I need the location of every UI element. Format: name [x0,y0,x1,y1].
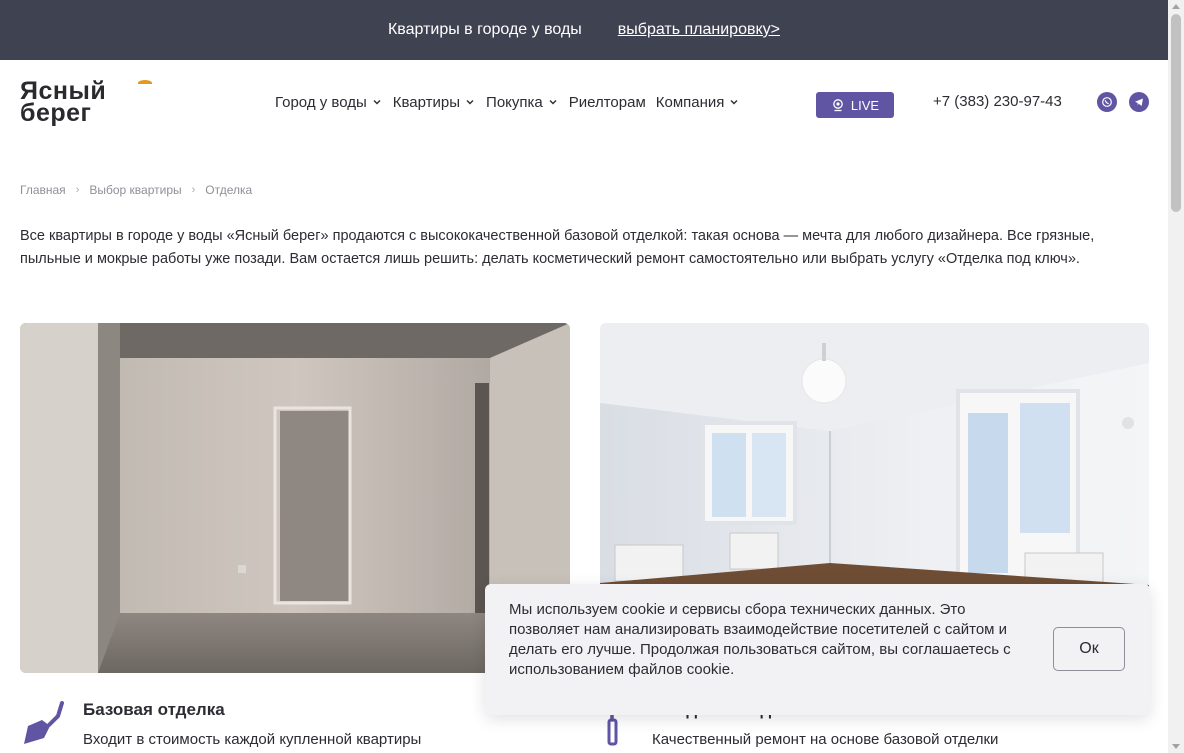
chevron-right-icon: › [75,184,80,196]
chevron-down-icon [373,100,381,105]
whatsapp-button[interactable] [1097,92,1117,112]
breadcrumb-apartment-choice[interactable]: Выбор квартиры [89,183,181,197]
chevron-down-icon [730,100,738,105]
nav-item-label: Компания [655,93,725,111]
logo-accent [138,80,152,86]
chevron-right-icon: › [191,184,196,196]
intro-text: Все квартиры в городе у воды «Ясный бере… [20,228,1095,267]
nav-item-label: Квартиры [392,93,461,111]
promo-text: Квартиры в городе у воды [387,21,582,38]
nav-item-label: Риелторам [568,93,646,111]
feature-title-base: Базовая отделка [83,700,225,719]
live-label: LIVE [850,97,880,113]
scrollbar-thumb[interactable] [1171,14,1181,212]
cookie-banner: Мы используем cookie и сервисы сбора тех… [485,584,1150,715]
chevron-down-icon [549,100,557,105]
phone-link[interactable]: +7 (383) 230-97-43 [933,93,1062,110]
live-button[interactable]: LIVE [816,92,894,118]
logo-line-2: берег [20,99,92,127]
nav-item-label: Покупка [486,93,543,111]
main-nav: Город у воды Квартиры Покупка Риелторам … [275,90,740,114]
breadcrumb: Главная › Выбор квартиры › Отделка [20,183,252,197]
webcam-icon [833,99,843,112]
nav-item-company[interactable]: Компания [656,94,741,111]
feature-desc-base: Входит в стоимость каждой купленной квар… [83,731,422,748]
choose-layout-link[interactable]: выбрать планировку> [618,21,780,39]
telegram-button[interactable] [1129,92,1149,112]
breadcrumb-current: Отделка [205,183,253,197]
promo-bar: Квартиры в городе у воды выбрать планиро… [0,0,1168,60]
nav-item-realtors[interactable]: Риелторам [569,94,646,111]
scroll-up-icon[interactable] [1172,4,1180,9]
breadcrumb-home[interactable]: Главная [20,183,66,197]
nav-item-city[interactable]: Город у воды [275,94,383,111]
feature-desc-turnkey: Качественный ремонт на основе базовой от… [652,731,999,748]
nav-item-apartments[interactable]: Квартиры [393,94,476,111]
nav-item-label: Город у воды [275,93,367,111]
feature-icon-base [22,700,68,753]
cookie-text: Мы используем cookie и сервисы сбора тех… [509,601,1011,678]
nav-item-purchase[interactable]: Покупка [486,94,559,111]
logo[interactable]: Ясный берег [20,79,152,130]
cookie-ok-button[interactable]: Ок [1053,627,1125,671]
chevron-down-icon [466,100,474,105]
scroll-down-icon[interactable] [1172,744,1180,749]
whatsapp-icon [1102,97,1112,107]
telegram-icon [1135,98,1143,106]
trowel-icon [24,701,64,744]
site-header: Ясный берег Город у воды Квартиры Покупк… [0,60,1168,150]
page-scrollbar[interactable] [1168,0,1184,753]
